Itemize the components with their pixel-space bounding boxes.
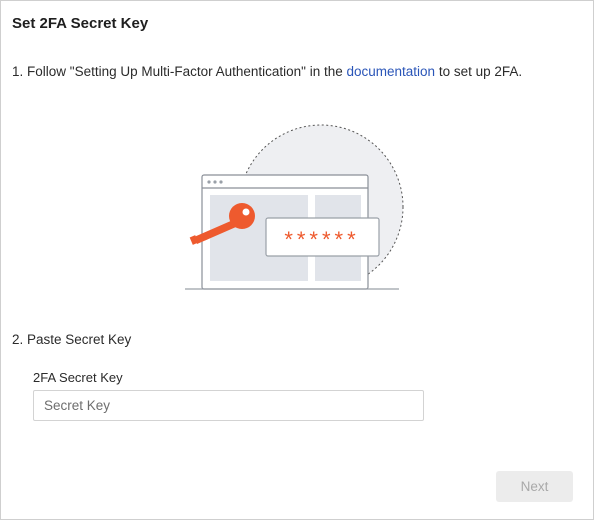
set-2fa-dialog: Set 2FA Secret Key 1. Follow "Setting Up…	[0, 0, 594, 520]
documentation-link[interactable]: documentation	[347, 64, 436, 79]
step-1-suffix: to set up 2FA.	[435, 64, 523, 79]
secret-key-label: 2FA Secret Key	[33, 370, 123, 385]
2fa-key-illustration: ******	[185, 124, 404, 290]
step-1-instruction: 1. Follow "Setting Up Multi-Factor Authe…	[12, 64, 522, 79]
secret-key-input[interactable]	[33, 390, 424, 421]
step-1-prefix: 1. Follow "Setting Up Multi-Factor Authe…	[12, 64, 347, 79]
password-mask: ******	[284, 227, 359, 252]
next-button[interactable]: Next	[496, 471, 573, 502]
dialog-title: Set 2FA Secret Key	[12, 15, 149, 32]
step-2-instruction: 2. Paste Secret Key	[12, 332, 132, 347]
